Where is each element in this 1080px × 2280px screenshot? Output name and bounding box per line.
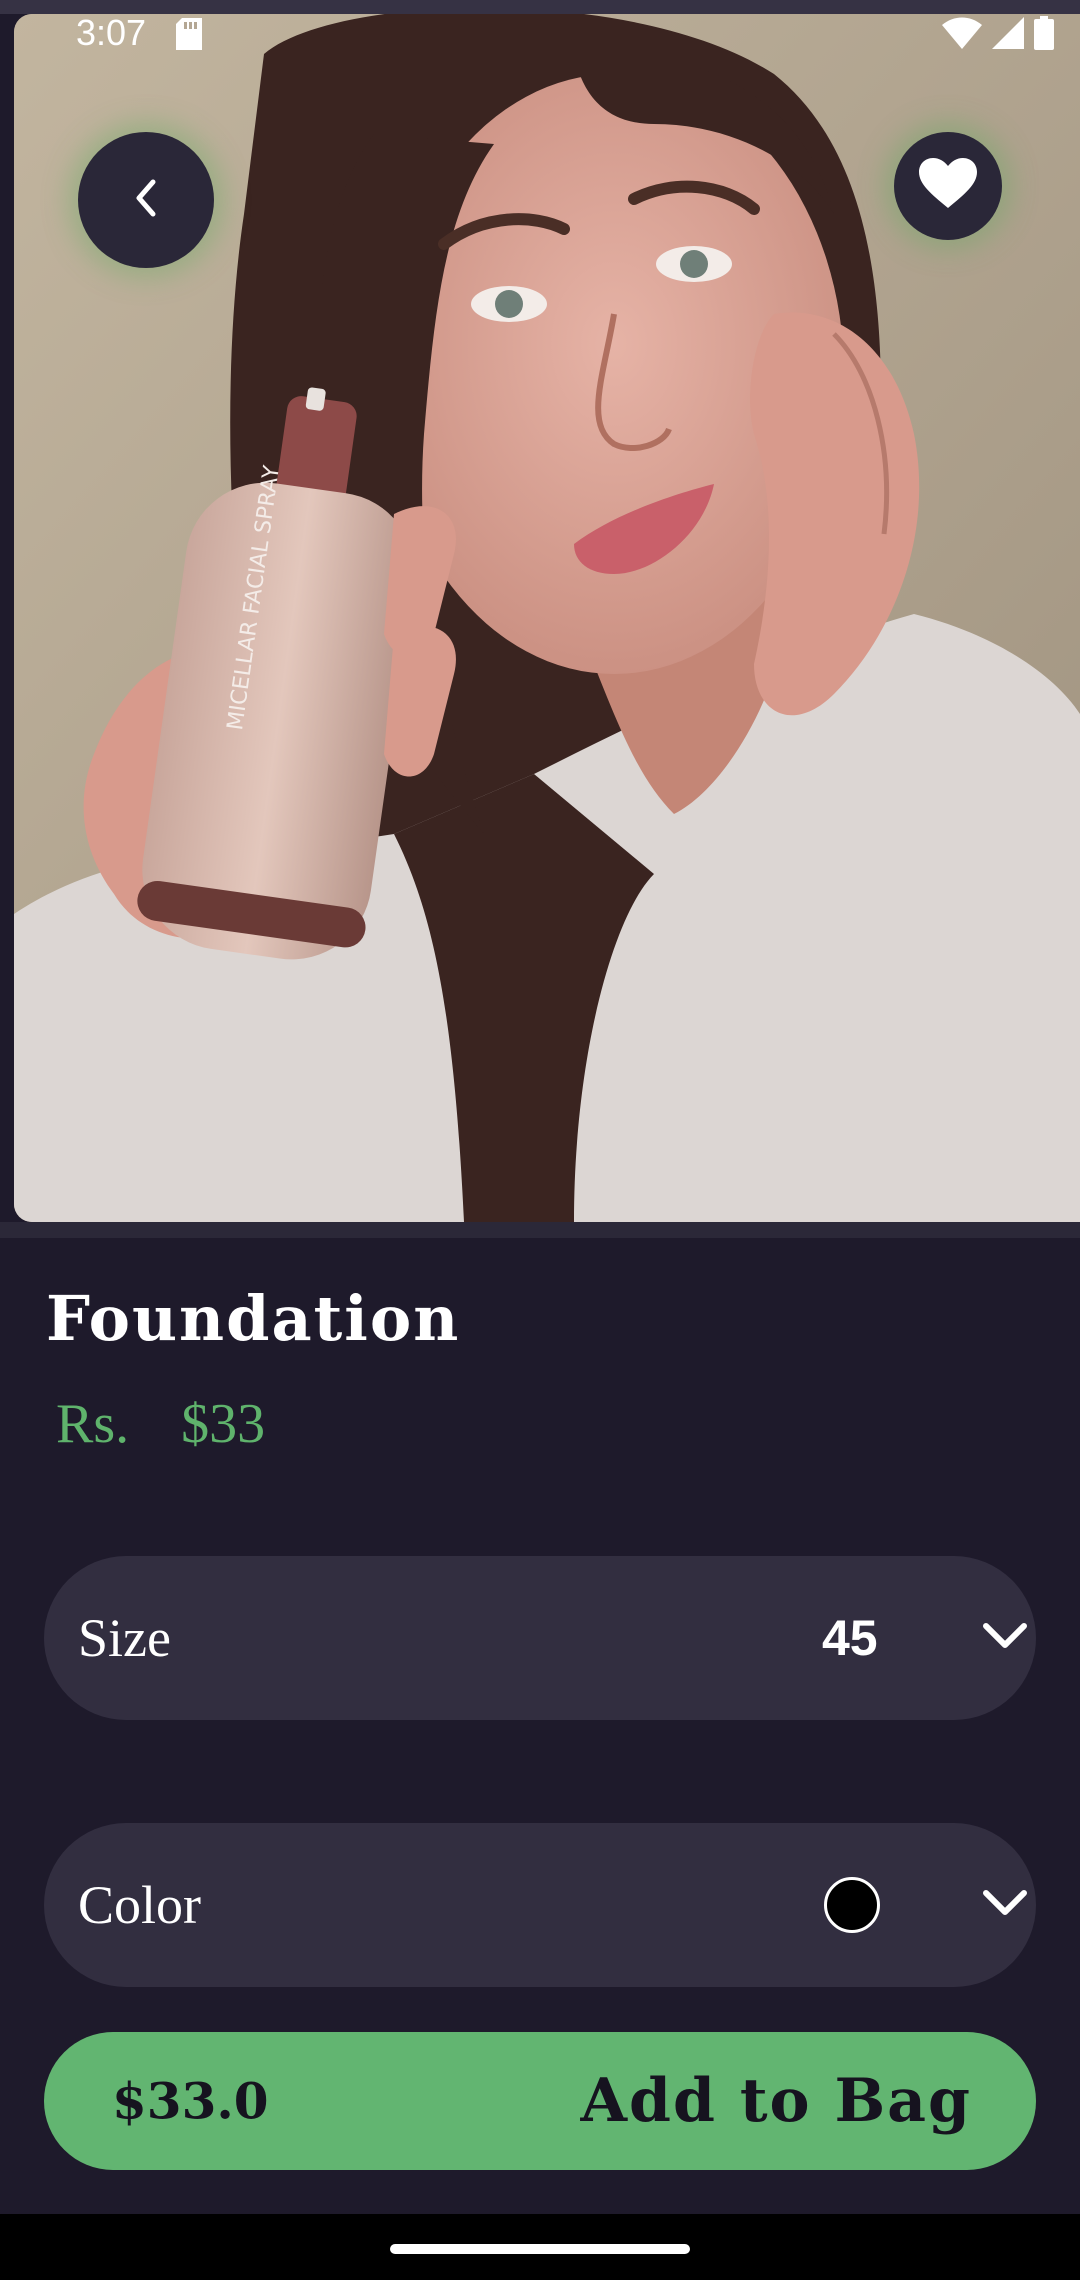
- currency-label: Rs.: [56, 1393, 130, 1455]
- heart-icon: [919, 158, 977, 214]
- battery-icon: [1034, 16, 1054, 54]
- bag-price: $33.0: [112, 2071, 269, 2131]
- image-divider: [0, 1222, 1080, 1238]
- wifi-icon: [942, 17, 982, 53]
- size-value: 45: [822, 1610, 878, 1666]
- favorite-button[interactable]: [894, 132, 1002, 240]
- size-label: Size: [78, 1608, 171, 1668]
- chevron-down-icon: [982, 1888, 1028, 1922]
- color-label: Color: [78, 1875, 202, 1935]
- size-selector[interactable]: Size 45: [44, 1556, 1036, 1720]
- sd-card-icon: [176, 18, 202, 54]
- color-selector[interactable]: Color: [44, 1823, 1036, 1987]
- product-title: Foundation: [46, 1282, 461, 1355]
- chevron-down-icon: [982, 1621, 1028, 1655]
- navigation-bar: [0, 2214, 1080, 2280]
- add-to-bag-button[interactable]: $33.0 Add to Bag: [44, 2032, 1036, 2170]
- price-row: Rs. $33: [56, 1392, 265, 1456]
- chevron-left-icon: [129, 178, 163, 222]
- back-button[interactable]: [78, 132, 214, 268]
- status-time: 3:07: [76, 12, 147, 53]
- product-price: $33: [181, 1393, 266, 1455]
- add-to-bag-label: Add to Bag: [580, 2066, 972, 2136]
- color-swatch: [824, 1877, 880, 1933]
- status-icons: [942, 16, 1054, 54]
- status-bar: 3:07: [0, 0, 1080, 70]
- product-detail-screen: MICELLAR FACIAL SPRAY 3:07 Foundation Rs…: [0, 0, 1080, 2280]
- home-indicator[interactable]: [390, 2244, 690, 2254]
- signal-icon: [992, 17, 1024, 53]
